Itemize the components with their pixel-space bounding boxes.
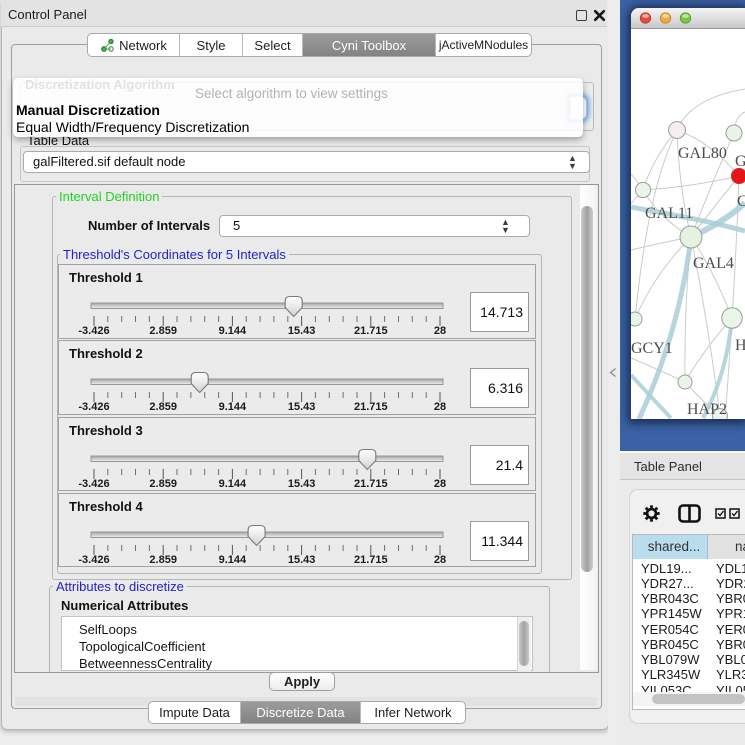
svg-text:GAL80: GAL80: [678, 145, 727, 162]
svg-text:28: 28: [434, 325, 446, 337]
svg-text:9.144: 9.144: [219, 325, 247, 337]
svg-text:Threshold 2: Threshold 2: [69, 346, 143, 361]
svg-text:-3.426: -3.426: [78, 325, 109, 337]
svg-text:-3.426: -3.426: [78, 554, 109, 566]
svg-text:Threshold 4: Threshold 4: [69, 499, 143, 514]
svg-text:28: 28: [434, 478, 446, 490]
svg-text:-3.426: -3.426: [78, 401, 109, 413]
svg-text:GA: GA: [735, 153, 745, 170]
svg-text:9.144: 9.144: [219, 401, 247, 413]
svg-text:9.144: 9.144: [219, 554, 247, 566]
svg-text:Threshold 1: Threshold 1: [69, 270, 143, 285]
svg-text:2.859: 2.859: [149, 478, 177, 490]
svg-text:2.859: 2.859: [149, 554, 177, 566]
svg-text:GCY1: GCY1: [631, 340, 673, 357]
svg-text:21.715: 21.715: [354, 478, 388, 490]
svg-text:2.859: 2.859: [149, 401, 177, 413]
svg-text:2.859: 2.859: [149, 325, 177, 337]
svg-text:GAL11: GAL11: [645, 205, 693, 222]
svg-text:21.715: 21.715: [354, 325, 388, 337]
svg-text:-3.426: -3.426: [78, 478, 109, 490]
svg-text:GAL4: GAL4: [693, 255, 734, 272]
svg-text:15.43: 15.43: [288, 325, 316, 337]
svg-text:15.43: 15.43: [288, 401, 316, 413]
svg-text:15.43: 15.43: [288, 478, 316, 490]
svg-text:28: 28: [434, 401, 446, 413]
svg-text:9.144: 9.144: [219, 478, 247, 490]
svg-text:21.715: 21.715: [354, 401, 388, 413]
svg-text:C: C: [737, 193, 745, 210]
svg-text:HAP2: HAP2: [687, 401, 727, 418]
svg-text:15.43: 15.43: [288, 554, 316, 566]
svg-text:Threshold 3: Threshold 3: [69, 423, 143, 438]
svg-text:H: H: [735, 337, 745, 354]
svg-text:28: 28: [434, 554, 446, 566]
svg-text:21.715: 21.715: [354, 554, 388, 566]
